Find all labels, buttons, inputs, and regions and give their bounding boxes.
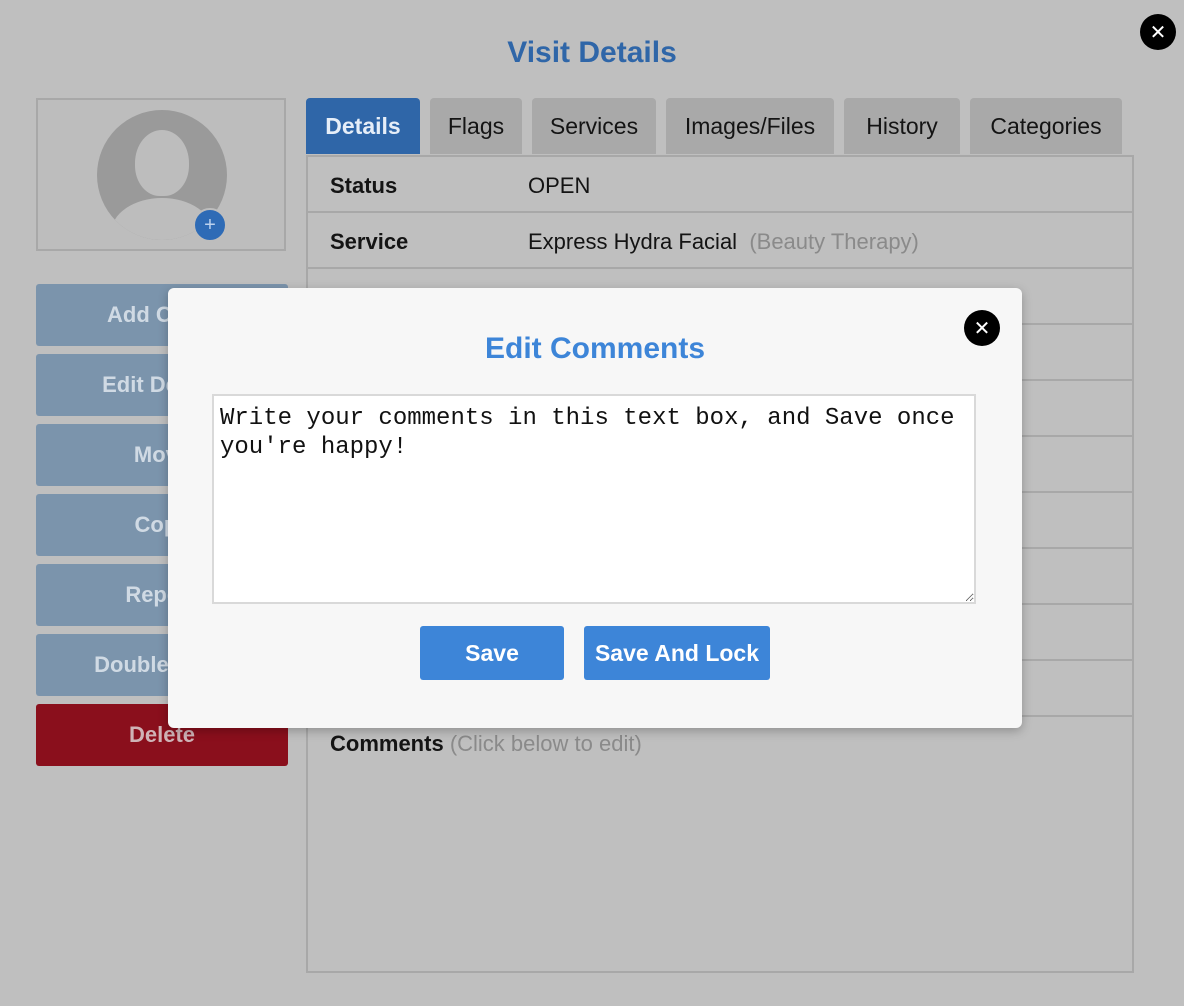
- comments-textarea[interactable]: Write your comments in this text box, an…: [212, 394, 976, 604]
- modal-title: Edit Comments: [484, 332, 706, 365]
- save-and-lock-button[interactable]: Save And Lock: [584, 626, 770, 680]
- edit-comments-dialog: ✕ Edit Comments Write your comments in t…: [168, 288, 1022, 728]
- save-button[interactable]: Save: [420, 626, 564, 680]
